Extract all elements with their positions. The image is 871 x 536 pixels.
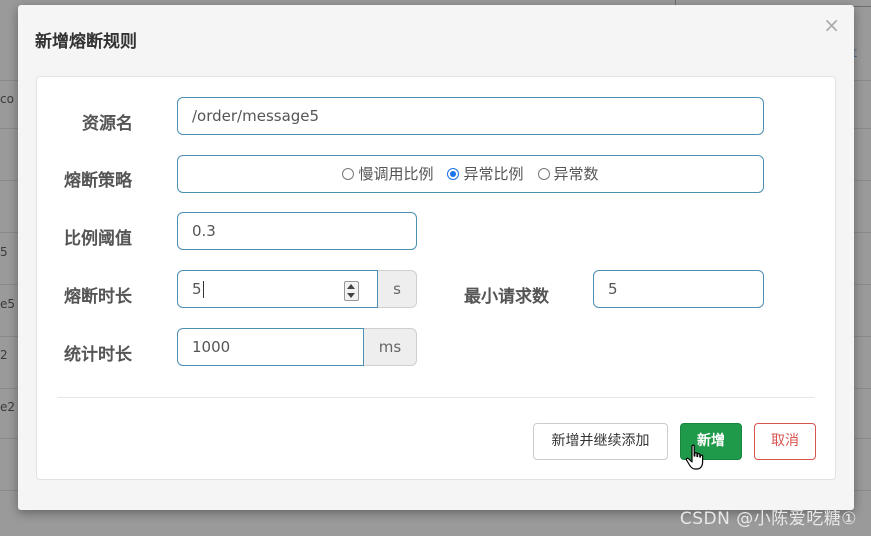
text-caret	[202, 281, 204, 298]
strategy-option-label: 慢调用比例	[358, 165, 434, 183]
hand-cursor-icon	[685, 444, 704, 470]
strategy-radio-group: 慢调用比例 异常比例 异常数	[177, 155, 764, 193]
strategy-option-error-ratio[interactable]: 异常比例	[447, 156, 524, 192]
stat-interval-unit: ms	[364, 328, 417, 366]
ratio-threshold-input[interactable]: 0.3	[177, 212, 417, 250]
background-cell-text: e2	[0, 400, 16, 414]
rule-form: 资源名 /order/message5 熔断策略 慢调用比例 异常比例 异常数	[36, 76, 836, 480]
min-requests-input[interactable]: 5	[593, 270, 764, 308]
background-cell-text: co	[0, 92, 14, 106]
strategy-option-slow-ratio[interactable]: 慢调用比例	[342, 156, 433, 192]
break-duration-value: 5	[192, 280, 202, 298]
csdn-watermark: CSDN @小陈爱吃糖①	[679, 509, 857, 529]
radio-button[interactable]	[537, 168, 550, 180]
resource-name-label: 资源名	[82, 114, 133, 134]
form-divider	[57, 397, 815, 398]
stat-interval-group: 1000 ms	[177, 328, 417, 366]
break-duration-unit: s	[378, 270, 417, 308]
stat-interval-input[interactable]: 1000	[177, 328, 364, 366]
close-icon[interactable]: ×	[823, 15, 840, 35]
min-requests-label: 最小请求数	[464, 287, 549, 307]
number-stepper[interactable]	[344, 281, 359, 301]
break-duration-group: 5 s	[177, 270, 417, 308]
resource-name-input[interactable]: /order/message5	[177, 97, 764, 135]
stepper-up-icon[interactable]	[347, 284, 355, 289]
radio-button[interactable]	[342, 168, 355, 180]
strategy-option-error-count[interactable]: 异常数	[537, 156, 599, 192]
cancel-button[interactable]: 取消	[754, 423, 816, 460]
add-circuit-breaker-rule-dialog: 新增熔断规则 × 资源名 /order/message5 熔断策略 慢调用比例 …	[18, 5, 854, 510]
dialog-title: 新增熔断规则	[35, 32, 137, 52]
add-and-continue-button[interactable]: 新增并继续添加	[533, 423, 668, 460]
background-cell-text: e5	[0, 297, 16, 311]
stat-interval-label: 统计时长	[64, 345, 132, 365]
background-cell-text: 5	[0, 245, 8, 259]
radio-button-checked[interactable]	[447, 168, 460, 180]
break-duration-input[interactable]: 5	[177, 270, 378, 308]
break-duration-label: 熔断时长	[64, 287, 132, 307]
strategy-option-label: 异常比例	[463, 165, 524, 183]
strategy-label: 熔断策略	[64, 171, 132, 191]
stepper-down-icon[interactable]	[347, 293, 355, 298]
background-cell-text: 2	[0, 348, 8, 362]
ratio-threshold-label: 比例阈值	[64, 229, 132, 249]
strategy-option-label: 异常数	[553, 165, 599, 183]
